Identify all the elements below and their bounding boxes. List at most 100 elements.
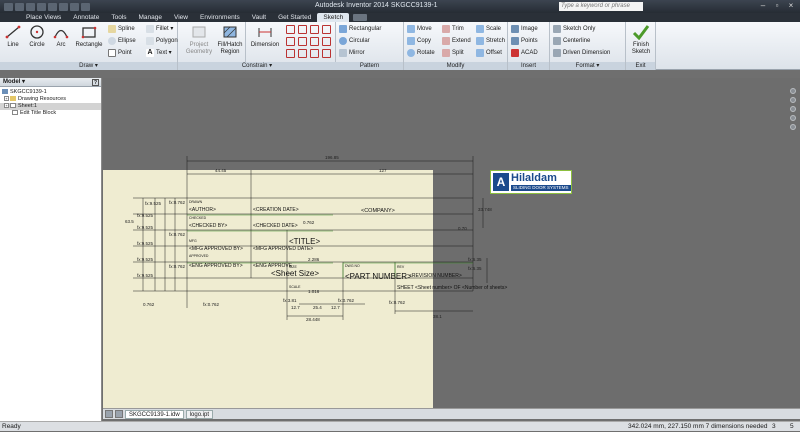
points-button[interactable]: Points — [511, 36, 538, 46]
field-creation-date[interactable]: <CREATION DATE> — [253, 207, 299, 213]
rotate-button[interactable]: Rotate — [407, 48, 435, 58]
acad-button[interactable]: ACAD — [511, 48, 538, 58]
ribbon-options-icon[interactable] — [353, 14, 368, 21]
search-input[interactable]: Type a keyword or phrase — [559, 2, 643, 11]
look-at-icon[interactable] — [790, 124, 796, 130]
mirror-button[interactable]: Mirror — [339, 48, 365, 58]
home-icon[interactable] — [70, 2, 79, 11]
rectangle-button[interactable]: Rectangle — [74, 24, 104, 49]
move-button[interactable]: Move — [407, 24, 432, 34]
scale-button[interactable]: Scale — [476, 24, 501, 34]
copy-button[interactable]: Copy — [407, 36, 431, 46]
point-button[interactable]: Point — [108, 48, 132, 58]
dim-bot-c[interactable]: fx:0.762 — [338, 298, 355, 303]
undo-icon[interactable] — [48, 2, 57, 11]
spline-button[interactable]: Spline — [108, 24, 135, 34]
field-mfg-approved-by[interactable]: <MFG APPROVED BY> — [189, 246, 243, 252]
dim-mid-c[interactable]: fx:0.762 — [169, 264, 186, 269]
dim-bot-h[interactable]: 38.1 — [433, 314, 442, 319]
field-sheet-size[interactable]: <Sheet Size> — [271, 269, 319, 278]
tile-windows-icon[interactable] — [105, 410, 113, 418]
fillet-button[interactable]: Fillet ▾ — [146, 24, 173, 34]
format-panel-title[interactable]: Format ▾ — [550, 62, 625, 70]
company-logo[interactable]: A Hilaldam SLIDING DOOR SYSTEMS — [490, 170, 572, 194]
browser-node-edit-title-block[interactable]: Edit Title Block — [0, 110, 101, 117]
dim-small-b[interactable]: 0.70 — [458, 226, 467, 231]
dim-small-d[interactable]: 1.016 — [308, 289, 320, 294]
browser-header[interactable]: Model ▾? — [0, 78, 101, 87]
field-part-number[interactable]: <PART NUMBER> — [345, 272, 412, 281]
dim-bot-d[interactable]: fx:3.81 — [283, 298, 297, 303]
tab-manage[interactable]: Manage — [133, 13, 169, 22]
trim-button[interactable]: Trim — [442, 24, 464, 34]
perpendicular-constraint-icon[interactable] — [298, 37, 307, 46]
field-eng-approved-by[interactable]: <ENG APPROVED BY> — [189, 263, 243, 269]
equal-constraint-icon[interactable] — [322, 49, 331, 58]
field-title[interactable]: <TITLE> — [289, 237, 320, 246]
tab-place-views[interactable]: Place Views — [20, 13, 67, 22]
dim-bot-a[interactable]: 0.762 — [143, 302, 155, 307]
dim-bot-i[interactable]: 28.448 — [306, 317, 320, 322]
smooth-constraint-icon[interactable] — [298, 49, 307, 58]
split-button[interactable]: Split — [442, 48, 464, 58]
close-icon[interactable]: × — [786, 1, 796, 10]
draw-panel-title[interactable]: Draw ▾ — [0, 62, 177, 70]
tab-annotate[interactable]: Annotate — [67, 13, 105, 22]
vertical-constraint-icon[interactable] — [322, 37, 331, 46]
minimize-icon[interactable]: – — [758, 1, 768, 10]
expand-icon[interactable]: + — [4, 103, 9, 109]
update-icon[interactable] — [81, 2, 90, 11]
field-mfg-approved-date[interactable]: <MFG APPROVED DATE> — [253, 246, 313, 252]
tangent-constraint-icon[interactable] — [286, 49, 295, 58]
tab-sketch[interactable]: Sketch — [317, 13, 350, 22]
browser-node-sheet[interactable]: + Sheet:1 — [0, 103, 101, 110]
tab-tools[interactable]: Tools — [105, 13, 132, 22]
tab-get-started[interactable]: Get Started — [272, 13, 317, 22]
dim-r1[interactable]: fx:6.35 — [468, 257, 482, 262]
field-company[interactable]: <COMPANY> — [361, 208, 395, 214]
doc-tab-logo[interactable]: logo.ipt — [185, 409, 214, 419]
browser-node-drawing-resources[interactable]: + Drawing Resources — [0, 96, 101, 103]
field-author[interactable]: <AUTHOR> — [189, 207, 216, 213]
concentric-constraint-icon[interactable] — [310, 25, 319, 34]
extend-button[interactable]: Extend — [442, 36, 471, 46]
dim-right-height[interactable]: 33.748 — [478, 207, 492, 212]
dim-left-f[interactable]: fx:9.525 — [137, 273, 154, 278]
dim-left-d[interactable]: fx:9.525 — [137, 241, 154, 246]
field-checked-date[interactable]: <CHECKED DATE> — [253, 223, 298, 229]
orbit-icon[interactable] — [790, 115, 796, 121]
circle-button[interactable]: Circle — [24, 24, 50, 49]
dim-left-c[interactable]: fx:9.525 — [137, 225, 154, 230]
circular-pattern-button[interactable]: Circular — [339, 36, 370, 46]
help-icon[interactable]: ? — [92, 79, 99, 86]
dim-left-a[interactable]: fx:9.525 — [145, 201, 162, 206]
dim-mid-a[interactable]: fx:0.762 — [169, 200, 186, 205]
dim-left-e[interactable]: fx:9.525 — [137, 257, 154, 262]
rectangular-pattern-button[interactable]: Rectangular — [339, 24, 381, 34]
navigation-wheel-icon[interactable] — [790, 88, 796, 94]
dim-small-a[interactable]: 0.762 — [303, 220, 315, 225]
pan-icon[interactable] — [790, 97, 796, 103]
save-icon[interactable] — [37, 2, 46, 11]
zoom-icon[interactable] — [790, 106, 796, 112]
sketch-only-button[interactable]: Sketch Only — [553, 24, 595, 34]
maximize-icon[interactable]: ▫ — [772, 1, 782, 10]
dim-height[interactable]: 63.5 — [125, 219, 134, 224]
doc-tab-drawing[interactable]: SKGCC9139-1.idw — [125, 409, 184, 419]
horizontal-constraint-icon[interactable] — [310, 37, 319, 46]
title-block-sketch[interactable]: 196.85 44.45 127 63.5 33.748 fx:6.35 fx:… — [103, 78, 800, 408]
fill-hatch-button[interactable]: Fill/Hatch Region — [216, 24, 244, 56]
dim-bot-j[interactable]: fx:0.762 — [389, 300, 406, 305]
field-revision-number[interactable]: <REVISION NUMBER> — [409, 273, 462, 279]
stretch-button[interactable]: Stretch — [476, 36, 505, 46]
arc-button[interactable]: Arc — [48, 24, 74, 49]
ellipse-button[interactable]: Ellipse — [108, 36, 136, 46]
dim-r2[interactable]: fx:6.35 — [468, 266, 482, 271]
offset-button[interactable]: Offset — [476, 48, 502, 58]
dim-bot-f[interactable]: 25.4 — [313, 305, 322, 310]
coincident-constraint-icon[interactable] — [286, 25, 295, 34]
polygon-button[interactable]: Polygon — [146, 36, 178, 46]
dim-right-width[interactable]: 127 — [379, 168, 387, 173]
graphics-window[interactable]: 196.85 44.45 127 63.5 33.748 fx:6.35 fx:… — [103, 78, 800, 408]
field-sheet-number[interactable]: SHEET <Sheet number> OF <Number of sheet… — [397, 285, 507, 291]
